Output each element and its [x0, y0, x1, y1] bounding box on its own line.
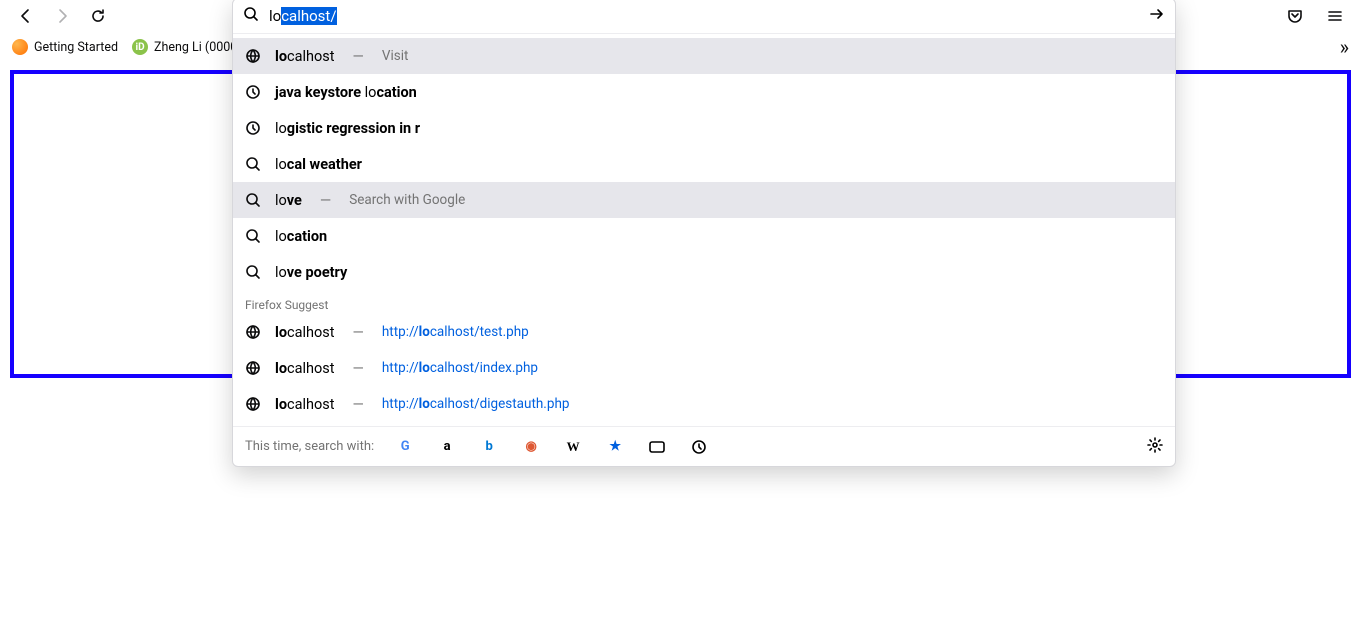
suggestion-text: location: [275, 228, 327, 245]
history-url: http://localhost/digestauth.php: [382, 396, 570, 412]
urlbar-text: localhost/: [269, 7, 337, 25]
search-engine-footer: This time, search with: G a b ◉ W ★: [233, 426, 1175, 466]
search-icon: [245, 264, 261, 280]
bookmarks-overflow-icon[interactable]: »: [1340, 35, 1349, 59]
globe-icon: [245, 396, 261, 412]
search-icon: [245, 228, 261, 244]
urlbar[interactable]: localhost/: [233, 0, 1175, 33]
suggestion-row[interactable]: java keystore location: [233, 74, 1175, 110]
search-engine-list: G a b ◉ W ★: [396, 438, 708, 456]
engine-wikipedia[interactable]: W: [564, 438, 582, 456]
bookmark-label: Zheng Li (0000-: [154, 40, 241, 55]
engine-bookmarks[interactable]: ★: [606, 438, 624, 456]
clock-icon: [245, 120, 261, 136]
pocket-icon[interactable]: [1281, 2, 1309, 30]
globe-icon: [245, 48, 261, 64]
history-row[interactable]: localhost—http://localhost/index.php: [233, 350, 1175, 386]
suggestion-text: love: [275, 192, 302, 209]
urlbar-dropdown: localhost—Visit java keystore location log…: [233, 33, 1175, 426]
suggestion-row[interactable]: logistic regression in r: [233, 110, 1175, 146]
suggestion-row[interactable]: localhost—Visit: [233, 38, 1175, 74]
orcid-icon: iD: [132, 39, 148, 55]
search-icon: [245, 156, 261, 172]
suggestion-hint: Visit: [382, 48, 409, 64]
suggestion-text: java keystore location: [275, 84, 417, 101]
history-url: http://localhost/index.php: [382, 360, 538, 376]
bookmark-label: Getting Started: [34, 40, 118, 55]
bookmark-getting-started[interactable]: Getting Started: [12, 39, 118, 55]
history-title: localhost: [275, 324, 335, 341]
suggestion-text: love poetry: [275, 264, 347, 281]
firefox-icon: [12, 39, 28, 55]
engine-bing[interactable]: b: [480, 438, 498, 456]
engine-tabs[interactable]: [648, 438, 666, 456]
engine-google[interactable]: G: [396, 438, 414, 456]
search-icon: [243, 6, 259, 26]
history-title: localhost: [275, 396, 335, 413]
bookmark-orcid[interactable]: iD Zheng Li (0000-: [132, 39, 241, 55]
history-row[interactable]: localhost—http://localhost/digestauth.ph…: [233, 386, 1175, 422]
suggestion-text: local weather: [275, 156, 362, 173]
suggestion-row[interactable]: love—Search with Google: [233, 182, 1175, 218]
engine-duckduckgo[interactable]: ◉: [522, 438, 540, 456]
urlbar-container: localhost/ localhost—Visit java keystore …: [232, 0, 1176, 467]
globe-icon: [245, 324, 261, 340]
footer-label: This time, search with:: [245, 439, 374, 454]
suggestion-text: localhost: [275, 48, 335, 65]
globe-icon: [245, 360, 261, 376]
back-button[interactable]: [12, 2, 40, 30]
settings-gear-icon[interactable]: [1147, 437, 1163, 457]
history-url: http://localhost/test.php: [382, 324, 529, 340]
search-icon: [245, 192, 261, 208]
suggestion-text: logistic regression in r: [275, 120, 420, 137]
go-arrow-icon[interactable]: [1149, 6, 1165, 26]
forward-button[interactable]: [48, 2, 76, 30]
reload-button[interactable]: [84, 2, 112, 30]
suggestion-row[interactable]: love poetry: [233, 254, 1175, 290]
menu-icon[interactable]: [1321, 2, 1349, 30]
engine-amazon[interactable]: a: [438, 438, 456, 456]
suggestion-row[interactable]: location: [233, 218, 1175, 254]
firefox-suggest-label: Firefox Suggest: [233, 290, 1175, 314]
clock-icon: [245, 84, 261, 100]
history-row[interactable]: localhost—http://localhost/test.php: [233, 314, 1175, 350]
suggestion-row[interactable]: local weather: [233, 146, 1175, 182]
suggestion-hint: Search with Google: [349, 192, 465, 208]
history-title: localhost: [275, 360, 335, 377]
engine-history[interactable]: [690, 438, 708, 456]
